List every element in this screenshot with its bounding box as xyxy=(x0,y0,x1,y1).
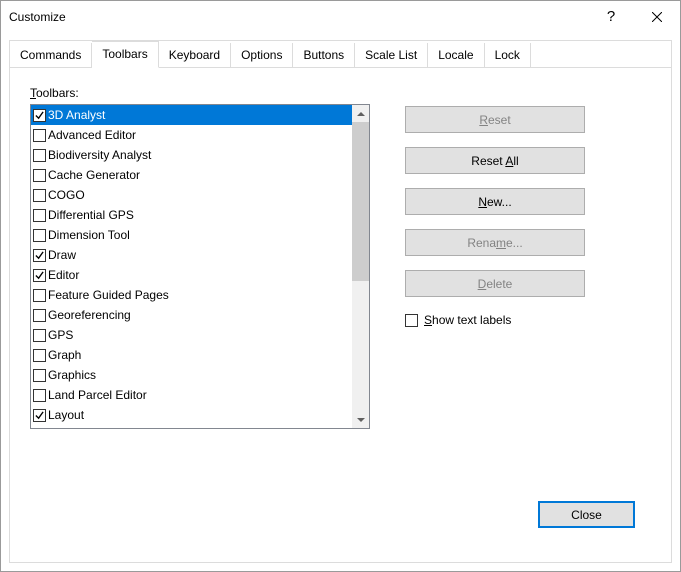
checkbox-icon[interactable] xyxy=(33,269,46,282)
checkbox-icon[interactable] xyxy=(33,309,46,322)
scroll-up-arrow[interactable] xyxy=(352,105,369,122)
chevron-up-icon xyxy=(357,112,365,116)
checkbox-icon[interactable] xyxy=(33,349,46,362)
checkbox-icon[interactable] xyxy=(33,289,46,302)
item-label: GPS xyxy=(48,328,73,342)
checkbox-icon[interactable] xyxy=(33,149,46,162)
list-item[interactable]: Cache Generator xyxy=(31,165,352,185)
item-label: Differential GPS xyxy=(48,208,134,222)
item-label: 3D Analyst xyxy=(48,108,105,122)
toolbars-label: Toolbars: xyxy=(30,86,651,100)
window-title: Customize xyxy=(1,10,66,24)
list-item[interactable]: Graph xyxy=(31,345,352,365)
left-column: 3D Analyst Advanced Editor Biodiversity An… xyxy=(30,104,370,483)
item-label: Biodiversity Analyst xyxy=(48,148,151,162)
tab-options[interactable]: Options xyxy=(231,43,293,68)
list-item[interactable]: COGO xyxy=(31,185,352,205)
item-label: Editor xyxy=(48,268,79,282)
item-label: Georeferencing xyxy=(48,308,131,322)
list-item[interactable]: Land Parcel Editor xyxy=(31,385,352,405)
checkbox-icon[interactable] xyxy=(33,229,46,242)
checkbox-icon[interactable] xyxy=(33,409,46,422)
checkbox-icon[interactable] xyxy=(33,129,46,142)
item-label: Land Parcel Editor xyxy=(48,388,147,402)
item-label: Layout xyxy=(48,408,84,422)
tab-scale-list[interactable]: Scale List xyxy=(355,43,428,68)
close-icon xyxy=(652,12,662,22)
list-item[interactable]: Biodiversity Analyst xyxy=(31,145,352,165)
checkbox-icon[interactable] xyxy=(33,209,46,222)
item-label: Cache Generator xyxy=(48,168,140,182)
item-label: Advanced Editor xyxy=(48,128,136,142)
close-button[interactable]: Close xyxy=(538,501,635,528)
panel-columns: 3D Analyst Advanced Editor Biodiversity An… xyxy=(30,104,651,483)
window-close-button[interactable] xyxy=(634,1,680,32)
item-label: Draw xyxy=(48,248,76,262)
rename-button[interactable]: Rename... xyxy=(405,229,585,256)
item-label: COGO xyxy=(48,188,85,202)
checkbox-icon[interactable] xyxy=(33,189,46,202)
scroll-track[interactable] xyxy=(352,122,369,411)
help-button[interactable]: ? xyxy=(588,1,634,32)
checkbox-icon[interactable] xyxy=(33,169,46,182)
item-label: Feature Guided Pages xyxy=(48,288,169,302)
item-label: Graphics xyxy=(48,368,96,382)
checkbox-icon[interactable] xyxy=(33,249,46,262)
dialog-content: Commands Toolbars Keyboard Options Butto… xyxy=(1,32,680,571)
list-item[interactable]: 3D Analyst xyxy=(31,105,352,125)
delete-button[interactable]: Delete xyxy=(405,270,585,297)
tab-lock[interactable]: Lock xyxy=(485,43,531,68)
tab-buttons[interactable]: Buttons xyxy=(293,43,355,68)
titlebar: Customize ? xyxy=(1,1,680,32)
checkbox-icon xyxy=(405,314,418,327)
item-label: Graph xyxy=(48,348,81,362)
dialog-footer: Close xyxy=(30,483,651,542)
toolbars-panel: Toolbars: 3D Analyst Advanced Editor Biodi… xyxy=(10,68,671,562)
scroll-down-arrow[interactable] xyxy=(352,411,369,428)
reset-button[interactable]: Reset xyxy=(405,106,585,133)
reset-all-button[interactable]: Reset All xyxy=(405,147,585,174)
scrollbar[interactable] xyxy=(352,105,369,428)
list-item[interactable]: Editor xyxy=(31,265,352,285)
tab-commands[interactable]: Commands xyxy=(10,43,92,68)
checkbox-icon[interactable] xyxy=(33,389,46,402)
dialog-inner-frame: Commands Toolbars Keyboard Options Butto… xyxy=(9,40,672,563)
toolbars-listbox[interactable]: 3D Analyst Advanced Editor Biodiversity An… xyxy=(30,104,370,429)
customize-dialog: Customize ? Commands Toolbars Keyboard O… xyxy=(0,0,681,572)
list-item[interactable]: GPS xyxy=(31,325,352,345)
right-column: Reset Reset All New... Rename... Delete … xyxy=(405,104,651,483)
list-item[interactable]: Advanced Editor xyxy=(31,125,352,145)
tab-locale[interactable]: Locale xyxy=(428,43,484,68)
show-text-labels-checkbox[interactable]: Show text labels xyxy=(405,313,651,327)
checkbox-icon[interactable] xyxy=(33,329,46,342)
show-text-labels-label: Show text labels xyxy=(424,313,511,327)
list-item[interactable]: Layout xyxy=(31,405,352,425)
checkbox-icon[interactable] xyxy=(33,109,46,122)
list-item[interactable]: Draw xyxy=(31,245,352,265)
tab-keyboard[interactable]: Keyboard xyxy=(159,43,231,68)
list-item[interactable]: Dimension Tool xyxy=(31,225,352,245)
list-item[interactable]: Differential GPS xyxy=(31,205,352,225)
list-item[interactable]: Georeferencing xyxy=(31,305,352,325)
checkbox-icon[interactable] xyxy=(33,369,46,382)
tabstrip: Commands Toolbars Keyboard Options Butto… xyxy=(10,41,671,68)
scroll-thumb[interactable] xyxy=(352,122,369,281)
tab-toolbars[interactable]: Toolbars xyxy=(92,41,158,68)
item-label: Dimension Tool xyxy=(48,228,130,242)
list-items-container: 3D Analyst Advanced Editor Biodiversity An… xyxy=(31,105,352,428)
chevron-down-icon xyxy=(357,418,365,422)
list-item[interactable]: Feature Guided Pages xyxy=(31,285,352,305)
new-button[interactable]: New... xyxy=(405,188,585,215)
title-controls: ? xyxy=(588,1,680,32)
list-item[interactable]: Graphics xyxy=(31,365,352,385)
